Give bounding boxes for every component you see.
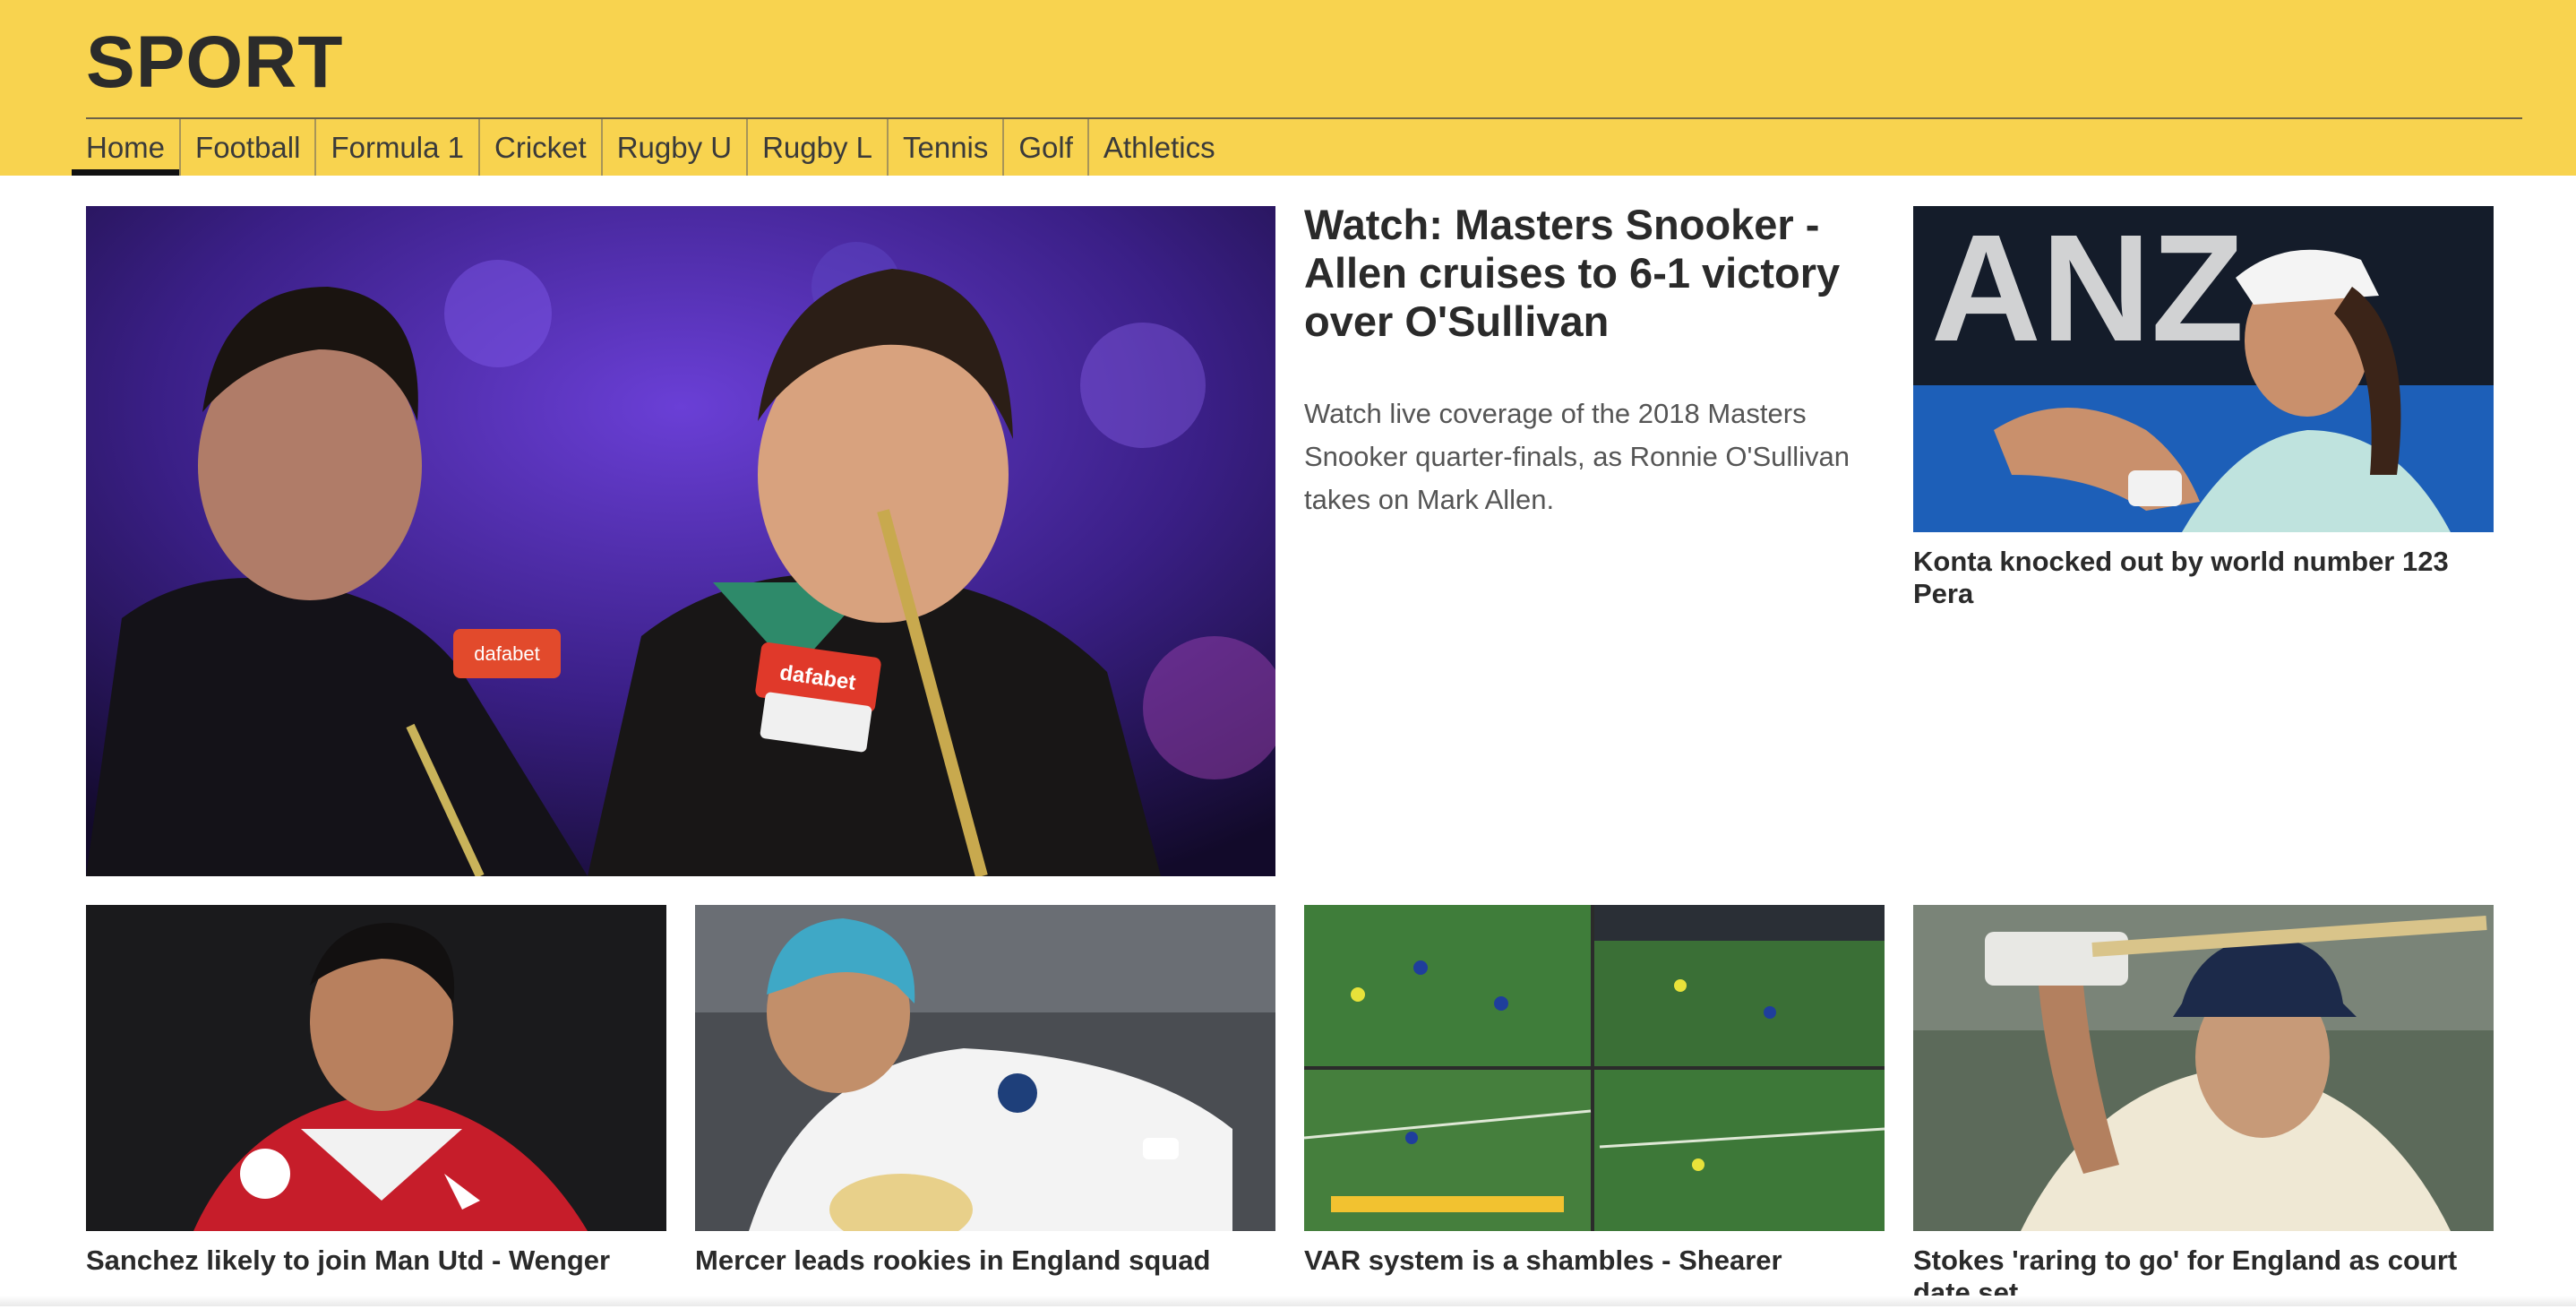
card-image-2[interactable]	[695, 905, 1275, 1231]
nav-item-rugby-league[interactable]: Rugby L	[748, 119, 889, 176]
snooker-players-photo: dafabet dafabet	[86, 206, 1275, 876]
nav-item-football[interactable]: Football	[181, 119, 317, 176]
nav-item-athletics[interactable]: Athletics	[1089, 119, 1230, 176]
nav-item-golf[interactable]: Golf	[1004, 119, 1089, 176]
nav-item-cricket[interactable]: Cricket	[480, 119, 603, 176]
card-headline-3[interactable]: VAR system is a shambles - Shearer	[1304, 1244, 1885, 1277]
card-image-4[interactable]	[1913, 905, 2494, 1231]
footballer-photo	[86, 905, 666, 1231]
nav-item-tennis[interactable]: Tennis	[889, 119, 1005, 176]
nav-item-home[interactable]: Home	[72, 119, 182, 176]
hero-summary: Watch live coverage of the 2018 Masters …	[1304, 398, 1850, 515]
tennis-player-photo: ANZ	[1913, 206, 2494, 532]
nav-item-rugby-union[interactable]: Rugby U	[603, 119, 749, 176]
viewport-fade	[0, 1296, 2576, 1306]
hero-image[interactable]: dafabet dafabet	[86, 206, 1275, 876]
site-header: SPORT Home Football Formula 1 Cricket Ru…	[0, 0, 2576, 176]
football-match-screens-photo	[1304, 905, 1885, 1231]
hero-headline[interactable]: Watch: Masters Snooker - Allen cruises t…	[1304, 201, 1895, 346]
card-headline-2[interactable]: Mercer leads rookies in England squad	[695, 1244, 1275, 1277]
side-story-headline[interactable]: Konta knocked out by world number 123 Pe…	[1913, 546, 2494, 610]
card-image-3[interactable]	[1304, 905, 1885, 1231]
cricketer-photo	[1913, 905, 2494, 1231]
card-headline-1[interactable]: Sanchez likely to join Man Utd - Wenger	[86, 1244, 666, 1277]
card-image-1[interactable]	[86, 905, 666, 1231]
rugby-player-photo	[695, 905, 1275, 1231]
dafabet-badge-left: dafabet	[474, 642, 539, 665]
anz-banner: ANZ	[1931, 206, 2244, 374]
sport-nav: Home Football Formula 1 Cricket Rugby U …	[72, 119, 1230, 176]
nav-item-formula-1[interactable]: Formula 1	[316, 119, 480, 176]
site-title[interactable]: SPORT	[86, 20, 343, 106]
side-story-image[interactable]: ANZ	[1913, 206, 2494, 532]
